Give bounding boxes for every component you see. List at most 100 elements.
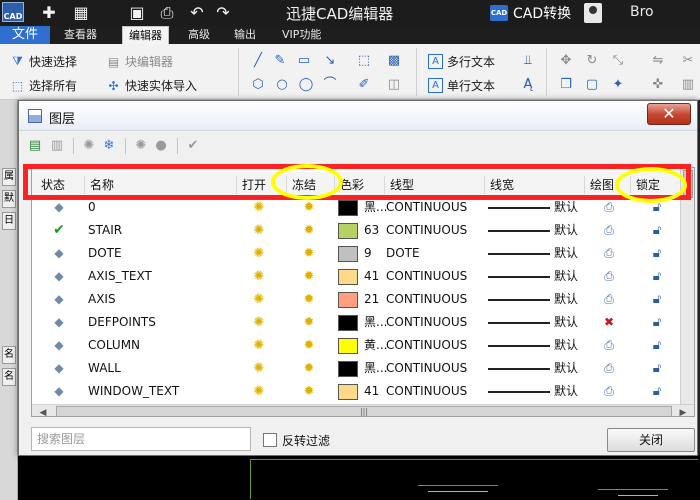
- move-tool-icon[interactable]: ✥: [558, 53, 574, 69]
- pencil-tool-icon[interactable]: ✎: [272, 53, 288, 69]
- circle-tool-icon[interactable]: ○: [274, 77, 290, 93]
- new-file-icon[interactable]: ✚: [40, 4, 58, 22]
- unlocked-padlock-icon[interactable]: 🔓︎: [653, 269, 661, 284]
- layer-thawed-sun-icon[interactable]: ✹: [304, 200, 315, 215]
- menu-viewer[interactable]: 查看器: [58, 26, 103, 44]
- layer-row[interactable]: ◆ AXIS ✺ ✹ 21 CONTINUOUS 默认 ⎙ 🔓︎: [32, 288, 680, 311]
- layer-name[interactable]: WALL: [88, 357, 238, 380]
- array-tool-icon[interactable]: ▥: [680, 77, 696, 93]
- hatch-tool-icon[interactable]: ▩: [386, 53, 402, 69]
- layer-row[interactable]: ◆ WINDOW_TEXT ✺ ✹ 41 CONTINUOUS 默认 ⎙ 🔓︎: [32, 380, 680, 403]
- lightbulb-icon[interactable]: ●: [153, 138, 169, 154]
- windows-icon[interactable]: ▦: [72, 4, 90, 22]
- set-current-icon[interactable]: ✔: [185, 138, 201, 154]
- polygon-tool-icon[interactable]: ⬡: [250, 77, 266, 93]
- mirror-tool-icon[interactable]: ⇋: [650, 53, 666, 69]
- layer-thawed-sun-icon[interactable]: ✹: [304, 269, 315, 284]
- layer-linetype[interactable]: CONTINUOUS: [386, 219, 486, 242]
- unlocked-padlock-icon[interactable]: 🔓︎: [653, 315, 661, 330]
- layer-lineweight[interactable]: 默认: [554, 311, 578, 334]
- plot-printer-icon[interactable]: ⎙: [604, 269, 614, 283]
- user-avatar-icon[interactable]: [584, 3, 602, 23]
- layer-color-swatch[interactable]: [338, 292, 358, 308]
- layer-thawed-sun-icon[interactable]: ✹: [304, 361, 315, 376]
- layer-linetype[interactable]: CONTINUOUS: [386, 311, 486, 334]
- rotate-tool-icon[interactable]: ↻: [584, 53, 600, 69]
- menu-editor[interactable]: 编辑器: [122, 26, 169, 45]
- layer-name[interactable]: STAIR: [88, 219, 238, 242]
- layer-thawed-sun-icon[interactable]: ✹: [304, 338, 315, 353]
- layer-name[interactable]: DOTE: [88, 242, 238, 265]
- layer-on-lightbulb-icon[interactable]: ✺: [254, 223, 265, 238]
- layer-name[interactable]: COLUMN: [88, 334, 238, 357]
- scroll-right-icon[interactable]: ▶: [676, 406, 690, 416]
- line-tool-icon[interactable]: ╱: [250, 53, 266, 69]
- layer-row[interactable]: ◆ COLUMN ✺ ✹ 黄... CONTINUOUS 默认 ⎙ 🔓︎: [32, 334, 680, 357]
- unlocked-padlock-icon[interactable]: 🔓︎: [653, 361, 661, 376]
- print-icon[interactable]: ⎙: [158, 4, 176, 22]
- drawing-canvas[interactable]: [18, 455, 700, 500]
- layer-lineweight[interactable]: 默认: [554, 334, 578, 357]
- layer-on-lightbulb-icon[interactable]: ✺: [254, 315, 265, 330]
- menu-vip[interactable]: VIP功能: [276, 26, 327, 44]
- menu-advanced[interactable]: 高级: [182, 26, 216, 44]
- layer-on-lightbulb-icon[interactable]: ✺: [254, 200, 265, 215]
- copy-tool-icon[interactable]: ❐: [558, 77, 574, 93]
- layer-lineweight[interactable]: 默认: [554, 242, 578, 265]
- rectangle-tool-icon[interactable]: ▭: [296, 53, 312, 69]
- layer-on-lightbulb-icon[interactable]: ✺: [254, 292, 265, 307]
- thaw-all-icon[interactable]: ❄: [101, 138, 117, 154]
- layer-row[interactable]: ◆ WALL ✺ ✹ 黑... CONTINUOUS 默认 ⎙ 🔓︎: [32, 357, 680, 380]
- arc-tool-icon[interactable]: ⌒: [322, 77, 338, 93]
- layer-linetype[interactable]: CONTINUOUS: [386, 288, 486, 311]
- match-properties-icon[interactable]: ✦: [610, 77, 626, 93]
- text-style-tool-icon[interactable]: Ą: [520, 77, 536, 93]
- layer-linetype[interactable]: CONTINUOUS: [386, 334, 486, 357]
- layer-thawed-sun-icon[interactable]: ✹: [304, 292, 315, 307]
- layer-color-swatch[interactable]: [338, 361, 358, 377]
- unlocked-padlock-icon[interactable]: 🔓︎: [653, 338, 661, 353]
- new-layer-icon[interactable]: ▤: [27, 138, 43, 154]
- layer-name[interactable]: DEFPOINTS: [88, 311, 238, 334]
- unlocked-padlock-icon[interactable]: 🔓︎: [653, 292, 661, 307]
- layer-on-lightbulb-icon[interactable]: ✺: [254, 338, 265, 353]
- menu-output[interactable]: 输出: [228, 26, 262, 44]
- horizontal-scroll-thumb[interactable]: |||: [56, 406, 672, 416]
- layer-lineweight[interactable]: 默认: [554, 288, 578, 311]
- plot-printer-icon[interactable]: ⎙: [604, 361, 614, 375]
- paste-tool-icon[interactable]: ▢: [584, 77, 600, 93]
- side-tab-name-b[interactable]: 名: [2, 368, 16, 386]
- layer-name[interactable]: AXIS: [88, 288, 238, 311]
- layer-thawed-sun-icon[interactable]: ✹: [304, 223, 315, 238]
- plot-printer-icon[interactable]: ⎙: [604, 246, 614, 260]
- user-name[interactable]: Bro: [630, 4, 654, 20]
- plot-printer-icon[interactable]: ⎙: [604, 200, 614, 214]
- dimension-tool-icon[interactable]: ⫫: [520, 53, 536, 69]
- explode-tool-icon[interactable]: ✜: [650, 77, 666, 93]
- layer-color-swatch[interactable]: [338, 246, 358, 262]
- redo-icon[interactable]: ↷: [214, 4, 232, 22]
- trim-tool-icon[interactable]: ✂: [680, 53, 696, 69]
- layer-lineweight[interactable]: 默认: [554, 380, 578, 403]
- close-button[interactable]: 关闭: [607, 428, 695, 452]
- layer-color-swatch[interactable]: [338, 223, 358, 239]
- layer-lineweight[interactable]: 默认: [554, 357, 578, 380]
- layer-linetype[interactable]: CONTINUOUS: [386, 357, 486, 380]
- invert-filter-checkbox[interactable]: [263, 433, 277, 447]
- layer-color-swatch[interactable]: [338, 269, 358, 285]
- unlocked-padlock-icon[interactable]: 🔓︎: [653, 384, 661, 399]
- plot-printer-icon[interactable]: ⎙: [604, 338, 614, 352]
- layer-color-swatch[interactable]: [338, 315, 358, 331]
- stext-button[interactable]: A 单行文本: [428, 77, 495, 94]
- region-tool-icon[interactable]: ⬚: [356, 53, 372, 69]
- layer-lineweight[interactable]: 默认: [554, 219, 578, 242]
- layer-search-input[interactable]: 搜索图层: [31, 427, 251, 451]
- plot-printer-icon[interactable]: ⎙: [604, 223, 614, 237]
- layer-color-swatch[interactable]: [338, 200, 358, 216]
- quick-entity-import-button[interactable]: ✣ 快速实体导入: [106, 77, 197, 94]
- vertical-scrollbar[interactable]: [680, 168, 694, 404]
- side-tab-name-a[interactable]: 名: [2, 346, 16, 364]
- select-all-button[interactable]: ⬚ 选择所有: [10, 77, 77, 94]
- layer-on-lightbulb-icon[interactable]: ✺: [254, 361, 265, 376]
- layer-linetype[interactable]: CONTINUOUS: [386, 380, 486, 403]
